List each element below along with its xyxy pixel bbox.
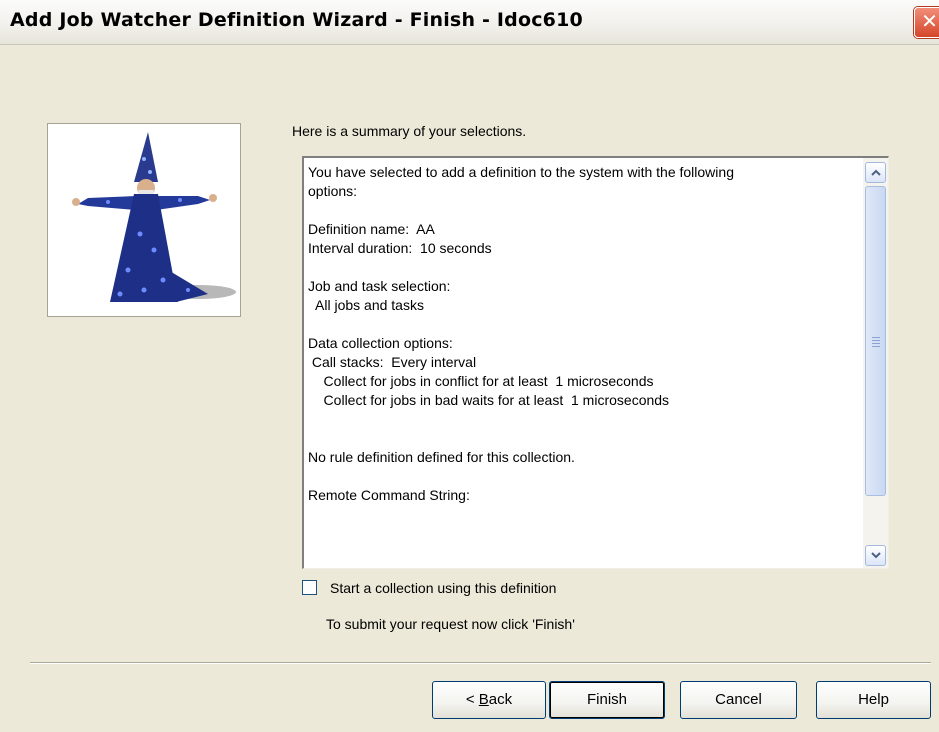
summary-line [308,258,853,277]
summary-line: All jobs and tasks [308,297,424,313]
summary-line: Interval duration: 10 seconds [308,240,492,256]
vertical-scrollbar[interactable] [863,158,888,568]
divider [30,662,931,664]
submit-note: To submit your request now click 'Finish… [326,616,575,632]
summary-line: Data collection options: [308,335,453,351]
summary-textarea[interactable]: You have selected to add a definition to… [302,156,889,569]
summary-line [308,429,853,448]
summary-line: Call stacks: Every interval [308,354,477,370]
start-collection-label[interactable]: Start a collection using this definition [330,580,556,596]
arrow-up-icon [870,169,881,176]
back-button[interactable]: < Back [432,681,546,719]
start-collection-checkbox[interactable] [302,580,317,595]
summary-line: Remote Command String: [308,487,470,503]
summary-heading: Here is a summary of your selections. [292,123,527,139]
summary-line: Definition name: AA [308,221,435,237]
wizard-image [47,123,241,317]
help-button[interactable]: Help [816,681,931,719]
scroll-up-button[interactable] [865,162,886,183]
summary-line: options: [308,183,358,199]
summary-line: Job and task selection: [308,278,451,294]
back-button-prefix: < [465,691,479,708]
summary-line [308,410,853,429]
summary-line: You have selected to add a definition to… [308,164,734,180]
summary-line [308,315,853,334]
back-button-rest: ack [488,691,513,708]
cancel-button[interactable]: Cancel [680,681,797,719]
finish-button[interactable]: Finish [549,681,665,719]
summary-text: You have selected to add a definition to… [308,163,853,505]
close-button[interactable]: ✕ [914,7,939,38]
scroll-thumb[interactable] [865,186,886,496]
summary-line: Collect for jobs in conflict for at leas… [308,373,654,389]
wizard-icon [72,132,236,302]
close-icon: ✕ [921,9,938,33]
summary-line [308,201,853,220]
summary-line: No rule definition defined for this coll… [308,449,575,465]
summary-line [308,467,853,486]
arrow-down-icon [870,552,881,559]
grip-icon [872,337,880,349]
window-title: Add Job Watcher Definition Wizard - Fini… [10,9,583,31]
scroll-down-button[interactable] [865,545,886,566]
title-bar: Add Job Watcher Definition Wizard - Fini… [0,0,939,45]
summary-line: Collect for jobs in bad waits for at lea… [308,392,670,408]
back-button-mnemonic: B [478,691,489,708]
